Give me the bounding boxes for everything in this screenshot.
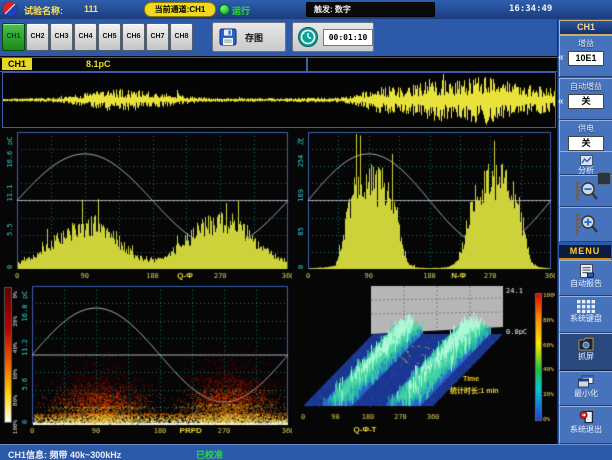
system-exit-button[interactable]: 系统退出 (559, 406, 612, 444)
meter-channel-tag: CH1 (2, 58, 32, 70)
run-status-icon (219, 4, 230, 15)
current-channel-badge: 当前通道:CH1 (144, 2, 216, 17)
system-keyboard-label: 系统键盘 (560, 313, 612, 324)
app-logo-icon (3, 2, 17, 16)
exit-icon (579, 410, 594, 424)
report-document-icon (579, 264, 594, 278)
test-name-label: 试验名称: (24, 4, 63, 17)
channel-button-ch7[interactable]: CH7 (146, 23, 169, 51)
meter-charge-value: 8.1pC (86, 59, 111, 69)
minimize-button[interactable]: 最小化 (559, 371, 612, 406)
zoom-in-icon (573, 211, 599, 237)
sidebar-channel-header: CH1 (559, 20, 612, 35)
plot-area: CH1 8.1pC (0, 56, 557, 444)
waveform-frame (2, 72, 556, 128)
auto-gain-label: 自动增益 (560, 81, 612, 92)
share-badge-icon (597, 172, 611, 185)
channel-button-ch3[interactable]: CH3 (50, 23, 73, 51)
channel-button-ch6[interactable]: CH6 (122, 23, 145, 51)
zoom-in-button[interactable] (559, 207, 612, 242)
timer-panel: 00:01:10 (292, 22, 374, 52)
run-status-text: 运行 (232, 4, 250, 17)
capture-folder-icon (578, 337, 594, 351)
meter-divider (306, 58, 308, 71)
status-bar: CH1信息: 频带 40k~300kHz 已校准 (0, 444, 612, 460)
channel-button-ch8[interactable]: CH8 (170, 23, 193, 51)
channel-info-text: CH1信息: 频带 40k~300kHz (8, 448, 121, 460)
waveform-chart (3, 73, 555, 127)
trigger-mode-display: 触发: 数字 (306, 2, 435, 17)
toolbar: CH1 CH2 CH3 CH4 CH5 CH6 CH7 CH8 存图 (0, 19, 557, 56)
app-window: 试验名称: 111 当前通道:CH1 运行 触发: 数字 16:34:49 CH… (0, 0, 612, 460)
timer-clock-icon[interactable] (297, 26, 319, 48)
gain-label: 增益 (560, 38, 612, 49)
auto-gain-value-box[interactable]: 关 (568, 94, 604, 109)
system-keyboard-button[interactable]: 系统键盘 (559, 296, 612, 333)
n-phi-chart (293, 129, 555, 281)
zoom-out-icon (573, 179, 599, 203)
collapse-chevron-icon[interactable]: « (558, 52, 564, 63)
calibrated-badge: 已校准 (196, 448, 223, 460)
auto-report-button[interactable]: 自动报告 (559, 260, 612, 296)
q-phi-chart (2, 129, 292, 281)
minimize-label: 最小化 (560, 388, 612, 399)
gain-value-box[interactable]: 10E1 (568, 51, 604, 66)
control-sidebar: CH1 « 增益 10E1 « 自动增益 关 供电 关 分析 (557, 19, 612, 444)
screen-capture-label: 抓屏 (560, 351, 612, 362)
floppy-disk-icon (218, 27, 238, 47)
screen-capture-button[interactable]: 抓屏 (559, 333, 612, 371)
test-name-value: 111 (84, 4, 98, 14)
auto-report-label: 自动报告 (560, 278, 612, 289)
channel-button-ch4[interactable]: CH4 (74, 23, 97, 51)
save-image-label: 存图 (245, 31, 263, 44)
collapse-chevron-icon[interactable]: « (558, 96, 564, 107)
elapsed-time-display: 00:01:10 (323, 29, 373, 46)
prpd-chart (2, 283, 292, 436)
keyboard-icon (577, 300, 595, 313)
channel-button-ch2[interactable]: CH2 (26, 23, 49, 51)
zoom-out-button[interactable] (559, 175, 612, 207)
channel-meter-strip: CH1 8.1pC (0, 57, 557, 72)
q-phi-t-chart (293, 283, 555, 436)
menu-header: MENU (559, 245, 611, 260)
channel-button-ch5[interactable]: CH5 (98, 23, 121, 51)
power-value-box[interactable]: 关 (568, 136, 604, 151)
minimize-windows-icon (578, 375, 594, 388)
top-bar: 试验名称: 111 当前通道:CH1 运行 触发: 数字 16:34:49 (0, 0, 612, 20)
system-clock: 16:34:49 (509, 4, 552, 14)
channel-button-ch1[interactable]: CH1 (2, 23, 25, 51)
save-image-button[interactable]: 存图 (212, 22, 286, 52)
power-label: 供电 (560, 123, 612, 134)
gain-panel: 增益 10E1 (559, 35, 612, 77)
auto-gain-panel: 自动增益 关 (559, 78, 612, 120)
system-exit-label: 系统退出 (560, 424, 612, 435)
